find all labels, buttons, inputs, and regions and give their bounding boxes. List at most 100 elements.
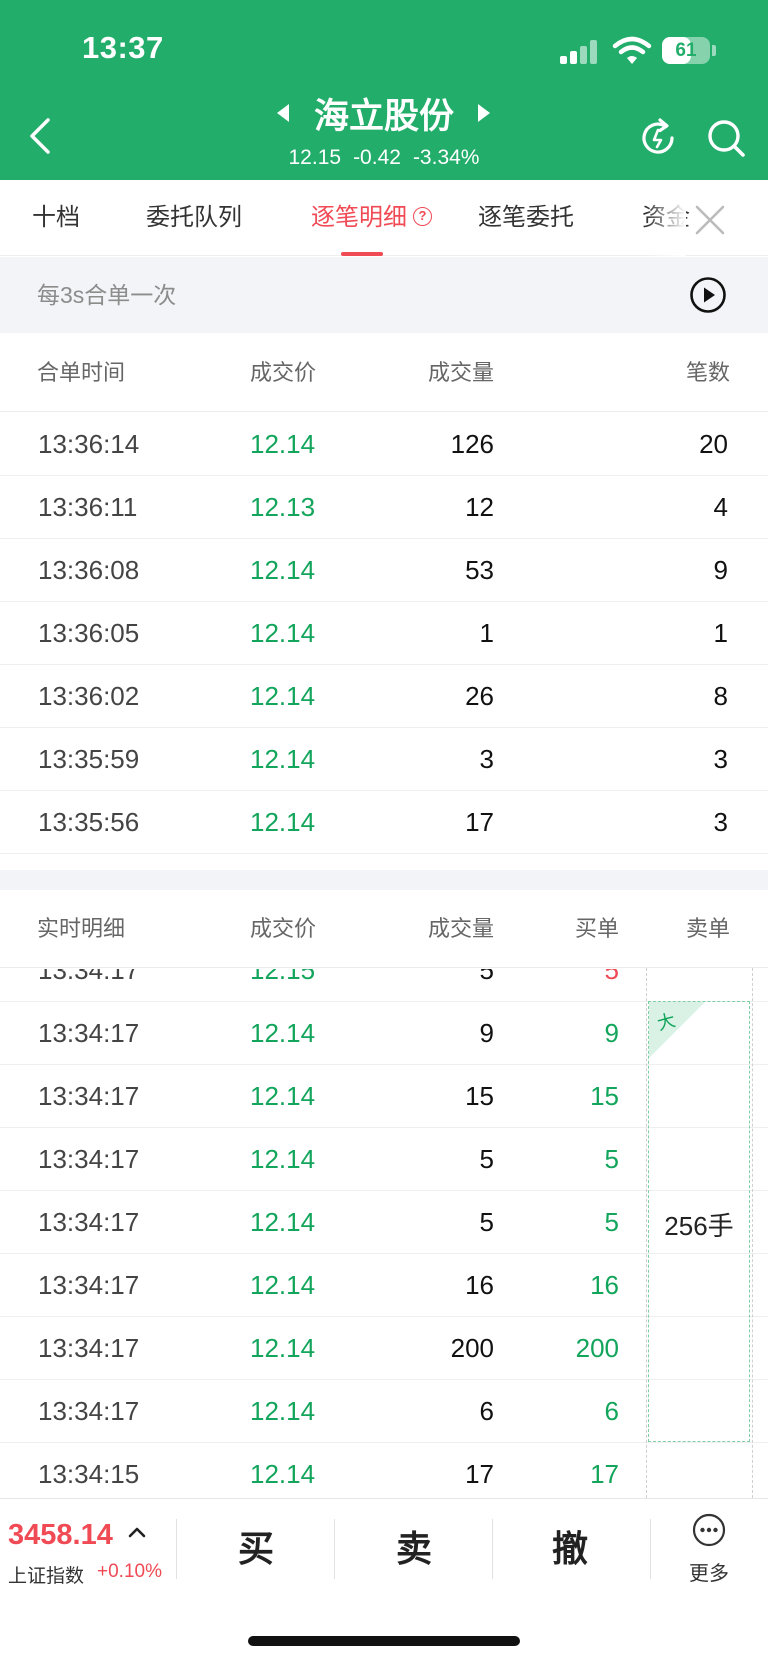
- table-row: 13:34:15 12.14 17 17: [0, 1443, 768, 1498]
- row-time: 13:34:17: [38, 1081, 140, 1111]
- buy-button[interactable]: 买: [178, 1499, 334, 1599]
- row-buy-order: 5: [604, 1144, 619, 1174]
- more-icon[interactable]: [692, 1513, 726, 1547]
- header-price: 成交价: [250, 916, 317, 941]
- tab-order-queue[interactable]: 委托队列: [146, 180, 242, 256]
- cellular-signal-icon: [560, 40, 600, 64]
- row-buy-order: 6: [604, 1396, 619, 1426]
- row-buy-order: 17: [590, 1459, 619, 1489]
- app-header: 13:37 61 海立股份 12.15 -0.42 -3.34%: [0, 0, 768, 180]
- row-volume: 5: [479, 969, 494, 985]
- index-change: +0.10%: [97, 1561, 162, 1582]
- table-row: 13:36:11 12.13 12 4: [0, 476, 768, 539]
- row-buy-order: 5: [604, 1207, 619, 1237]
- row-time: 13:35:56: [38, 807, 140, 837]
- status-time: 13:37: [82, 30, 164, 65]
- merge-interval-bar: 每3s合单一次: [0, 257, 768, 333]
- row-time: 13:35:59: [38, 744, 140, 774]
- realtime-table-header: 实时明细 成交价 成交量 买单 卖单: [0, 890, 768, 968]
- tab-ten-levels[interactable]: 十档: [32, 180, 80, 256]
- index-value[interactable]: 3458.14: [8, 1519, 113, 1552]
- row-time: 13:36:05: [38, 618, 140, 648]
- home-indicator[interactable]: [248, 1636, 520, 1646]
- row-time: 13:34:17: [38, 1270, 140, 1300]
- chevron-up-icon[interactable]: [126, 1521, 148, 1545]
- row-volume: 200: [450, 1333, 494, 1363]
- stock-change-pct: -3.34%: [412, 146, 480, 169]
- row-volume: 5: [479, 1207, 494, 1237]
- row-time: 13:34:17: [38, 969, 140, 985]
- row-volume: 6: [479, 1396, 494, 1426]
- sell-order-block[interactable]: 大 256手: [648, 1001, 750, 1442]
- header-count: 笔数: [685, 360, 730, 385]
- row-time: 13:36:08: [38, 555, 140, 585]
- row-time: 13:34:17: [38, 1333, 140, 1363]
- row-buy-order: 15: [590, 1081, 619, 1111]
- header-volume: 成交量: [427, 916, 494, 941]
- merge-interval-label: 每3s合单一次: [37, 282, 177, 308]
- row-volume: 26: [465, 681, 494, 711]
- stock-price: 12.15: [288, 146, 342, 169]
- row-count: 8: [713, 681, 728, 711]
- row-price: 12.14: [250, 555, 316, 585]
- row-count: 3: [713, 744, 728, 774]
- sell-button[interactable]: 卖: [336, 1499, 492, 1599]
- row-time: 13:36:11: [38, 492, 138, 522]
- row-volume: 17: [465, 1459, 494, 1489]
- refresh-icon[interactable]: [636, 116, 680, 160]
- row-price: 12.14: [250, 1144, 316, 1174]
- row-time: 13:34:17: [38, 1144, 140, 1174]
- index-name: 上证指数: [8, 1566, 85, 1587]
- row-volume: 12: [465, 492, 494, 522]
- row-count: 4: [713, 492, 728, 522]
- row-price: 12.14: [250, 1018, 316, 1048]
- row-price: 12.14: [250, 1270, 316, 1300]
- header-price: 成交价: [250, 360, 317, 385]
- table-row: 13:36:08 12.14 53 9: [0, 539, 768, 602]
- row-time: 13:34:15: [38, 1459, 140, 1489]
- detail-tabs: 十档 委托队列 逐笔明细? 逐笔委托 资金: [0, 180, 768, 256]
- divider: [176, 1519, 177, 1579]
- header-sell-order: 卖单: [685, 916, 730, 941]
- tab-tick-details[interactable]: 逐笔明细?: [311, 180, 432, 256]
- battery-icon: 61: [662, 37, 710, 64]
- row-price: 12.14: [250, 1081, 316, 1111]
- row-count: 1: [713, 618, 728, 648]
- search-icon[interactable]: [704, 116, 748, 160]
- wifi-icon: [612, 36, 652, 64]
- merged-table-header: 合单时间 成交价 成交量 笔数: [0, 334, 768, 412]
- row-time: 13:36:02: [38, 681, 140, 711]
- row-price: 12.14: [250, 681, 316, 711]
- row-volume: 126: [450, 429, 494, 459]
- row-price: 12.14: [250, 618, 316, 648]
- row-volume: 5: [479, 1144, 494, 1174]
- row-buy-order: 9: [604, 1018, 619, 1048]
- row-volume: 3: [479, 744, 494, 774]
- row-volume: 53: [465, 555, 494, 585]
- help-icon[interactable]: ?: [413, 207, 432, 227]
- row-price: 12.14: [250, 1396, 316, 1426]
- row-count: 9: [713, 555, 728, 585]
- row-price: 12.14: [250, 1459, 316, 1489]
- cancel-order-button[interactable]: 撤: [492, 1499, 648, 1599]
- row-price: 12.13: [250, 492, 316, 522]
- sell-order-amount: 256手: [664, 1211, 734, 1241]
- header-buy-order: 买单: [574, 916, 619, 941]
- play-icon[interactable]: [689, 276, 727, 314]
- next-stock-button[interactable]: [478, 104, 490, 122]
- table-row: 13:35:56 12.14 17 3: [0, 791, 768, 854]
- close-icon[interactable]: [690, 200, 730, 240]
- row-count: 3: [713, 807, 728, 837]
- row-buy-order: 16: [590, 1270, 619, 1300]
- row-volume: 17: [465, 807, 494, 837]
- row-volume: 9: [479, 1018, 494, 1048]
- table-row: 13:36:02 12.14 26 8: [0, 665, 768, 728]
- row-price: 12.14: [250, 429, 316, 459]
- row-price: 12.14: [250, 807, 316, 837]
- tab-tick-orders[interactable]: 逐笔委托: [478, 180, 574, 256]
- row-price: 12.14: [250, 744, 316, 774]
- row-count: 20: [699, 429, 728, 459]
- tab-tick-details-label: 逐笔明细: [311, 204, 407, 231]
- stock-change: -0.42: [353, 146, 401, 169]
- more-button[interactable]: 更多: [670, 1557, 748, 1586]
